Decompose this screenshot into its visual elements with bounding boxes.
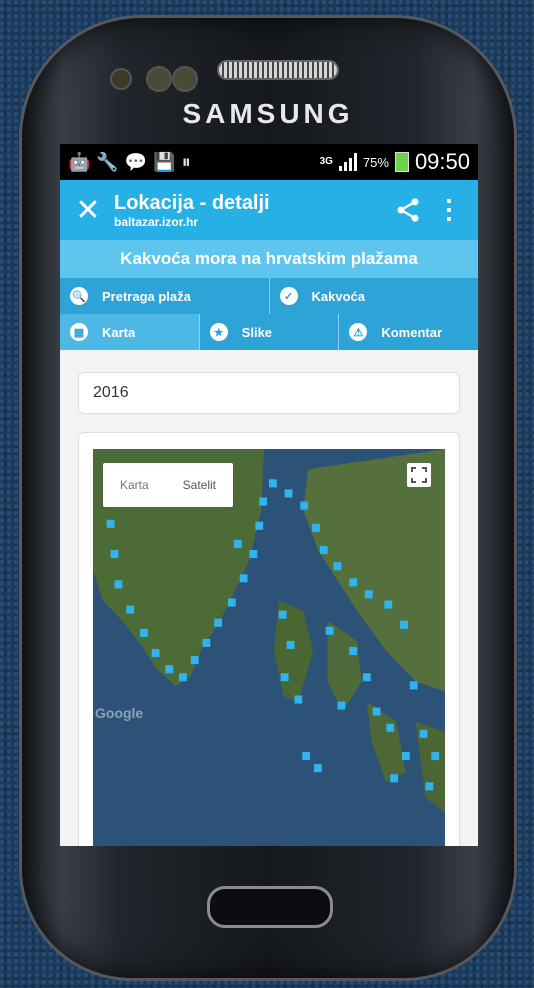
grid-icon: ▦: [70, 323, 88, 341]
tab-label: Komentar: [381, 324, 443, 340]
more-vert-icon[interactable]: ⋮: [436, 194, 462, 225]
page-title: Lokacija - detalji: [114, 191, 270, 214]
app-bar: ✕ Lokacija - detalji baltazar.izor.hr ⋮: [60, 180, 478, 240]
battery-percent: 75%: [362, 154, 389, 170]
device-brand: SAMSUNG: [182, 98, 354, 129]
tab-row-primary: 🔍 Pretraga plaža ✓ Kakvoća: [60, 278, 478, 314]
tab-images[interactable]: ★ Slike: [200, 314, 340, 350]
tab-beach-search[interactable]: 🔍 Pretraga plaža: [60, 278, 270, 314]
camera-icon: [110, 68, 132, 90]
close-icon[interactable]: ✕: [70, 193, 106, 228]
sensor-icon: [172, 66, 198, 92]
home-button[interactable]: [207, 886, 333, 928]
warning-icon: ⚠: [349, 323, 368, 341]
clock: 09:50: [414, 149, 470, 174]
tab-label: Kakvoća: [311, 288, 365, 304]
signal-icon: [338, 153, 357, 171]
map-type-map[interactable]: Karta: [120, 478, 149, 492]
battery-icon: [394, 152, 409, 172]
map-view[interactable]: Karta Satelit Google: [93, 449, 445, 846]
page-banner: Kakvoća mora na hrvatskim plažama: [60, 240, 478, 278]
map-card: Karta Satelit Google: [78, 432, 460, 846]
tab-row-secondary: ▦ Karta ★ Slike ⚠ Komentar: [60, 314, 478, 350]
tab-quality[interactable]: ✓ Kakvoća: [270, 278, 479, 314]
tab-label: Pretraga plaža: [102, 288, 191, 304]
tab-map[interactable]: ▦ Karta: [60, 314, 200, 350]
map-watermark: Google: [95, 705, 144, 721]
map-type-satellite[interactable]: Satelit: [183, 478, 216, 492]
network-type: 3G: [319, 156, 333, 167]
page-subtitle: baltazar.izor.hr: [114, 214, 199, 229]
android-icon: 🤖: [68, 151, 91, 172]
year-select[interactable]: 2016: [78, 372, 460, 414]
wrench-icon: 🔧: [96, 151, 119, 172]
sensor-icon: [146, 66, 172, 92]
notification-icons: 🤖 🔧 💬 💾 ⏸: [68, 152, 191, 173]
status-bar: 🤖 🔧 💬 💾 ⏸ 3G 75% 09:50: [60, 144, 478, 180]
satellite-map: [93, 449, 445, 846]
fullscreen-icon[interactable]: [407, 463, 431, 487]
save-icon: 💾: [153, 151, 176, 172]
search-icon: 🔍: [70, 287, 88, 305]
tab-label: Slike: [241, 324, 273, 340]
tab-comment[interactable]: ⚠ Komentar: [339, 314, 478, 350]
earpiece: [217, 60, 339, 80]
tab-label: Karta: [102, 324, 136, 340]
messenger-icon: 💬: [124, 151, 148, 172]
map-type-toggle: Karta Satelit: [103, 463, 233, 507]
phone-screen: 🤖 🔧 💬 💾 ⏸ 3G 75% 09:50 ✕ Lokacija - deta…: [60, 144, 478, 846]
share-icon[interactable]: [394, 196, 422, 224]
check-icon: ✓: [279, 287, 298, 305]
star-icon: ★: [209, 323, 228, 341]
pause-icon: ⏸: [181, 151, 191, 172]
